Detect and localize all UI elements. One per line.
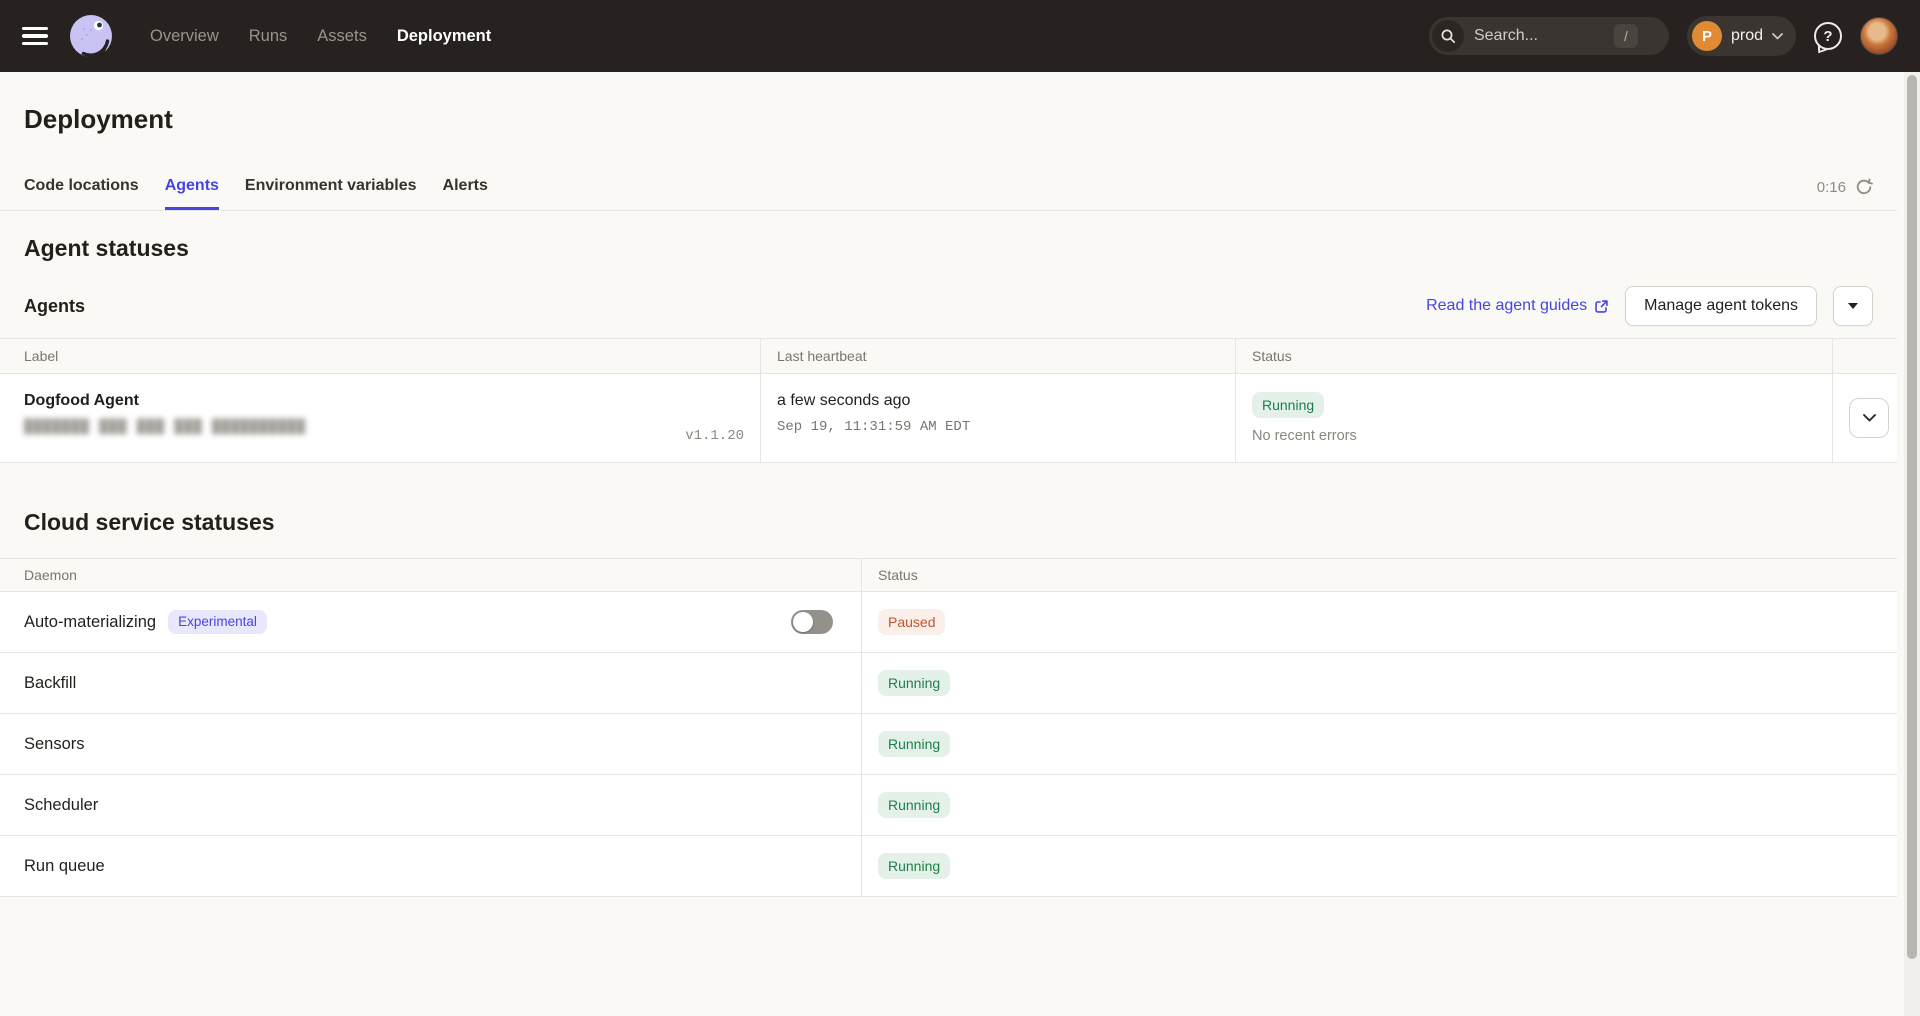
external-link-icon	[1594, 299, 1609, 314]
agent-row-expand-button[interactable]	[1849, 398, 1889, 438]
agent-version: v1.1.20	[685, 428, 744, 444]
daemon-name: Auto-materializing	[24, 613, 156, 632]
agent-id-redacted: ███████ ███ ███ ███ ██████████	[24, 419, 306, 435]
daemon-status-cell: Running	[861, 836, 1897, 896]
agent-status-badge: Running	[1252, 392, 1324, 418]
agent-status-cell: Running No recent errors	[1235, 374, 1832, 462]
daemon-cell: Sensors	[0, 714, 861, 774]
hamburger-menu-icon[interactable]	[22, 27, 48, 45]
nav-item-overview[interactable]: Overview	[150, 27, 219, 46]
scrollbar-thumb[interactable]	[1907, 75, 1917, 959]
nav-item-runs[interactable]: Runs	[249, 27, 288, 46]
nav-item-deployment[interactable]: Deployment	[397, 27, 491, 46]
deployment-tabs: Code locations Agents Environment variab…	[24, 165, 488, 210]
col-header-status: Status	[861, 559, 1897, 591]
agents-toolbar: Agents Read the agent guides Manage agen…	[24, 286, 1873, 326]
search-icon	[1432, 20, 1464, 52]
daemon-name: Sensors	[24, 735, 85, 754]
daemon-cell: Auto-materializing Experimental	[0, 592, 861, 652]
agents-table: Label Last heartbeat Status Dogfood Agen…	[0, 338, 1897, 463]
topbar-right-group: / P prod ?	[1429, 16, 1898, 56]
status-badge-running: Running	[878, 792, 950, 818]
chevron-down-icon	[1772, 33, 1783, 40]
page-title: Deployment	[0, 72, 1897, 135]
agent-tokens-dropdown-button[interactable]	[1833, 286, 1873, 326]
daemon-name: Scheduler	[24, 796, 98, 815]
caret-down-icon	[1848, 303, 1858, 309]
user-avatar[interactable]	[1860, 17, 1898, 55]
agent-guides-link[interactable]: Read the agent guides	[1426, 297, 1609, 315]
status-badge-running: Running	[878, 670, 950, 696]
nav-item-assets[interactable]: Assets	[317, 27, 367, 46]
help-icon[interactable]: ?	[1814, 22, 1842, 50]
heartbeat-relative: a few seconds ago	[777, 392, 1219, 410]
tab-alerts[interactable]: Alerts	[443, 165, 488, 210]
status-badge-paused: Paused	[878, 609, 945, 635]
col-header-status: Status	[1235, 339, 1832, 373]
deployment-switcher[interactable]: P prod	[1687, 16, 1796, 56]
tab-environment-variables[interactable]: Environment variables	[245, 165, 417, 210]
cloud-table-header: Daemon Status	[0, 559, 1897, 592]
tab-agents[interactable]: Agents	[165, 165, 219, 210]
cloud-service-statuses-heading: Cloud service statuses	[24, 509, 1873, 536]
vertical-scrollbar[interactable]	[1904, 72, 1920, 1016]
daemon-status-cell: Paused	[861, 592, 1897, 652]
deployment-tabs-row: Code locations Agents Environment variab…	[0, 165, 1897, 211]
top-navigation-bar: Overview Runs Assets Deployment / P prod…	[0, 0, 1920, 72]
deployment-initial-badge: P	[1692, 21, 1722, 51]
daemon-row-auto-materializing: Auto-materializing Experimental Paused	[0, 592, 1897, 653]
refresh-timer: 0:16	[1817, 179, 1846, 196]
deployment-switcher-label: prod	[1731, 27, 1763, 45]
agent-status-note: No recent errors	[1252, 428, 1816, 444]
heartbeat-timestamp: Sep 19, 11:31:59 AM EDT	[777, 419, 1219, 435]
auto-materializing-toggle[interactable]	[791, 610, 833, 634]
agents-table-header: Label Last heartbeat Status	[0, 339, 1897, 374]
col-header-label: Label	[0, 339, 760, 373]
search-bar[interactable]: /	[1429, 17, 1669, 55]
search-shortcut-badge: /	[1614, 24, 1638, 48]
agent-guides-link-label: Read the agent guides	[1426, 297, 1587, 315]
cloud-services-table: Daemon Status Auto-materializing Experim…	[0, 558, 1897, 897]
agent-row: Dogfood Agent ███████ ███ ███ ███ ██████…	[0, 374, 1897, 463]
daemon-name: Run queue	[24, 857, 105, 876]
col-header-last-heartbeat: Last heartbeat	[760, 339, 1235, 373]
daemon-status-cell: Running	[861, 653, 1897, 713]
daemon-status-cell: Running	[861, 714, 1897, 774]
agent-statuses-heading: Agent statuses	[24, 235, 1873, 262]
daemon-cell: Backfill	[0, 653, 861, 713]
chevron-down-icon	[1863, 414, 1876, 422]
daemon-row-backfill: Backfill Running	[0, 653, 1897, 714]
status-badge-running: Running	[878, 853, 950, 879]
status-badge-running: Running	[878, 731, 950, 757]
search-input[interactable]	[1474, 27, 1604, 45]
daemon-row-sensors: Sensors Running	[0, 714, 1897, 775]
experimental-badge: Experimental	[168, 610, 267, 634]
agents-toolbar-actions: Read the agent guides Manage agent token…	[1426, 286, 1873, 326]
col-header-actions	[1832, 339, 1897, 373]
agent-heartbeat-cell: a few seconds ago Sep 19, 11:31:59 AM ED…	[760, 374, 1235, 462]
agent-actions-cell	[1832, 374, 1905, 462]
toggle-knob	[793, 612, 813, 632]
dagster-logo-icon[interactable]	[68, 13, 114, 59]
agent-name: Dogfood Agent	[24, 392, 306, 410]
primary-nav: Overview Runs Assets Deployment	[150, 27, 491, 46]
agents-subheading: Agents	[24, 296, 85, 317]
agent-label-cell: Dogfood Agent ███████ ███ ███ ███ ██████…	[0, 374, 760, 462]
daemon-status-cell: Running	[861, 775, 1897, 835]
daemon-row-scheduler: Scheduler Running	[0, 775, 1897, 836]
refresh-group: 0:16	[1817, 178, 1873, 210]
manage-agent-tokens-button[interactable]: Manage agent tokens	[1625, 286, 1817, 326]
deployment-page: Deployment Code locations Agents Environ…	[0, 72, 1897, 897]
daemon-cell: Run queue	[0, 836, 861, 896]
col-header-daemon: Daemon	[0, 559, 861, 591]
refresh-icon[interactable]	[1855, 178, 1873, 196]
daemon-row-run-queue: Run queue Running	[0, 836, 1897, 897]
daemon-cell: Scheduler	[0, 775, 861, 835]
tab-code-locations[interactable]: Code locations	[24, 165, 139, 210]
daemon-name: Backfill	[24, 674, 76, 693]
